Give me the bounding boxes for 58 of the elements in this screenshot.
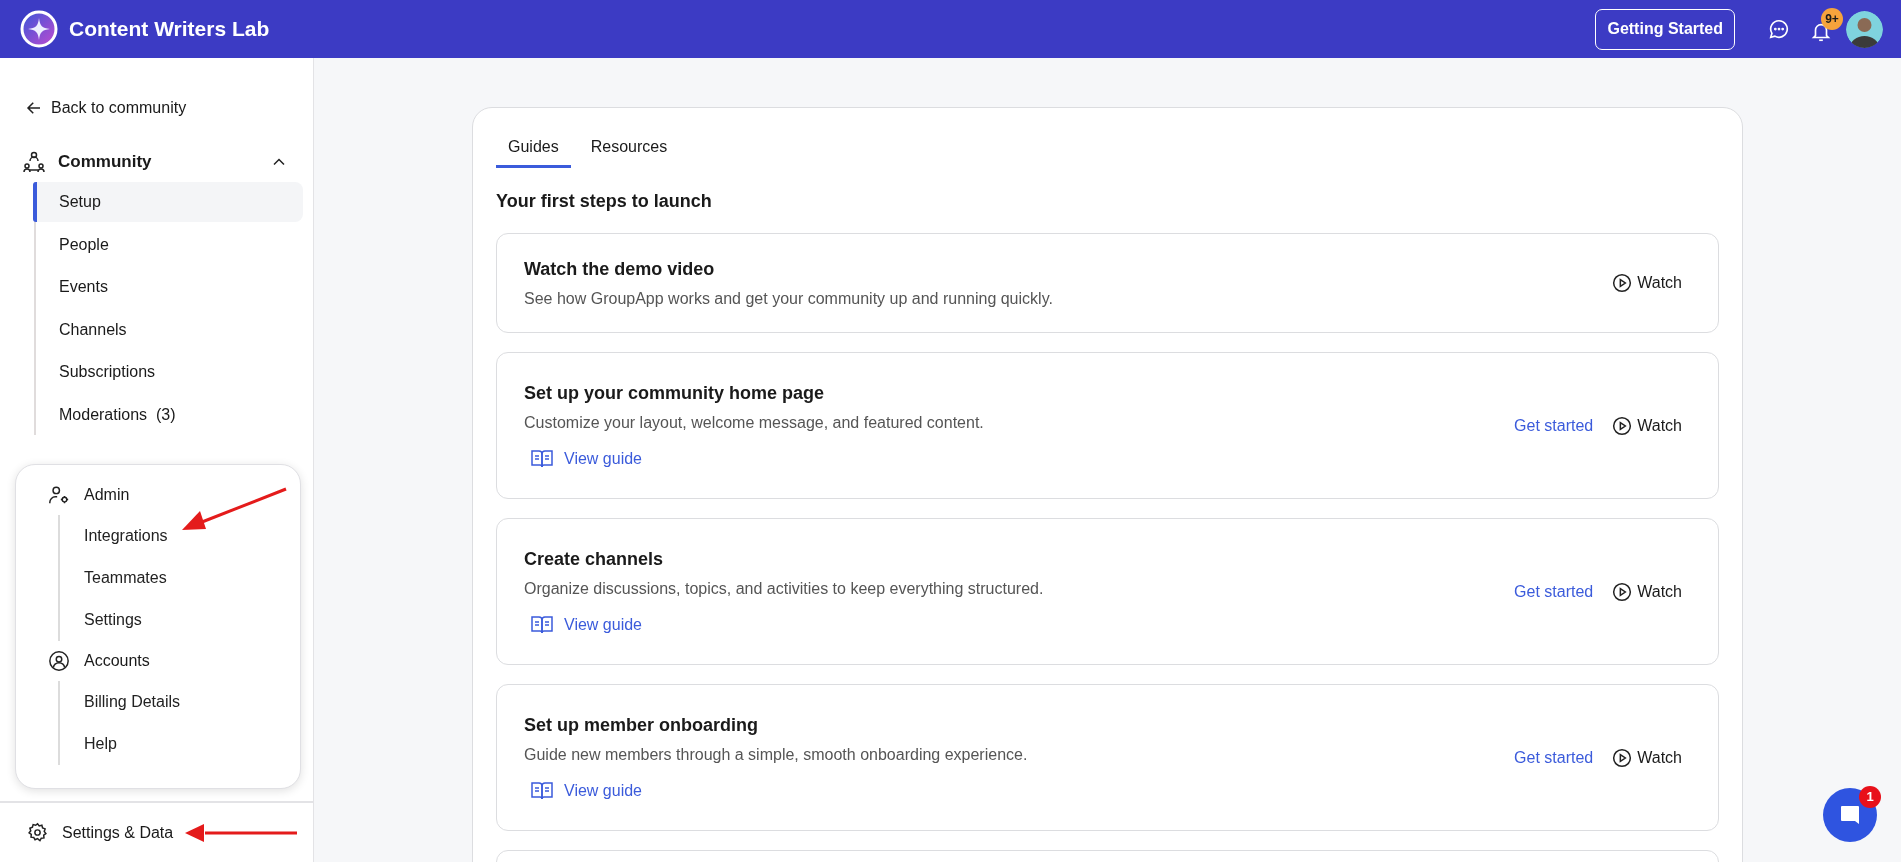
menu-item[interactable]: Billing Details (60, 681, 288, 723)
play-icon (1612, 747, 1633, 768)
get-started-link[interactable]: Get started (1514, 745, 1594, 770)
chat-badge: 1 (1859, 786, 1881, 808)
step-description: Guide new members through a simple, smooth onboarding experience. (524, 745, 1029, 765)
back-arrow-icon (25, 99, 43, 117)
menu-group-title: Admin (84, 485, 130, 505)
step-description: Organize discussions, topics, and activities to keep everything structured. (524, 579, 1045, 599)
sidebar-item[interactable]: People (33, 224, 303, 265)
play-icon (1612, 581, 1633, 602)
menu-item[interactable]: Teammates (60, 557, 288, 599)
getting-started-button[interactable]: Getting Started (1595, 8, 1735, 50)
sidebar-item[interactable]: Channels (33, 309, 303, 350)
play-icon (1612, 273, 1633, 293)
menu-item[interactable]: Integrations (60, 515, 288, 557)
step-description: Customize your layout, welcome message, and featured content. (524, 413, 985, 433)
play-icon (1612, 415, 1633, 436)
get-started-link[interactable]: Get started (1514, 413, 1594, 438)
step-title: Watch the demo video (524, 257, 716, 281)
section-title: Community (58, 151, 152, 174)
step-description: See how GroupApp works and get your community up and running quickly. (524, 288, 1054, 309)
sidebar-item[interactable]: Moderations (3) (33, 394, 303, 435)
settings-icon (27, 822, 48, 843)
tab[interactable]: Guides (496, 128, 571, 168)
step-title: Set up your community home page (524, 382, 826, 405)
step-title: Set up member onboarding (524, 714, 760, 737)
logo-icon (20, 10, 58, 48)
get-started-link[interactable]: Get started (1514, 579, 1594, 604)
watch-button[interactable]: Watch (1612, 745, 1682, 770)
step-title: Create channels (524, 548, 665, 571)
avatar-icon[interactable] (1846, 10, 1883, 48)
chat-icon[interactable] (1768, 18, 1790, 40)
watch-button[interactable]: Watch (1612, 579, 1682, 604)
message-icon (1838, 803, 1862, 827)
watch-button[interactable]: Watch (1612, 413, 1682, 438)
sidebar-item[interactable]: Setup (33, 182, 303, 222)
section-heading: Your first steps to launch (496, 190, 713, 213)
book-icon (530, 448, 554, 470)
chat-launcher[interactable] (1823, 788, 1877, 842)
app-title: Content Writers Lab (69, 16, 270, 43)
view-guide-link[interactable]: View guide (530, 779, 642, 803)
settings-link[interactable]: Settings & Data (27, 820, 174, 845)
book-icon (530, 614, 554, 636)
view-guide-link[interactable]: View guide (530, 613, 642, 637)
user-circle-icon (48, 650, 70, 672)
menu-group-title: Accounts (84, 651, 150, 671)
community-icon (22, 150, 46, 174)
book-icon (530, 780, 554, 802)
menu-item[interactable]: Help (60, 723, 288, 765)
user-gear-icon (48, 484, 70, 506)
sidebar-item[interactable]: Subscriptions (33, 352, 303, 392)
watch-button[interactable]: Watch (1612, 271, 1682, 295)
view-guide-link[interactable]: View guide (530, 447, 642, 471)
menu-item[interactable]: Settings (60, 599, 288, 641)
back-link[interactable]: Back to community (25, 96, 187, 120)
sidebar-item[interactable]: Events (33, 267, 303, 307)
tab[interactable]: Resources (578, 128, 680, 168)
notification-badge: 9+ (1821, 8, 1843, 30)
